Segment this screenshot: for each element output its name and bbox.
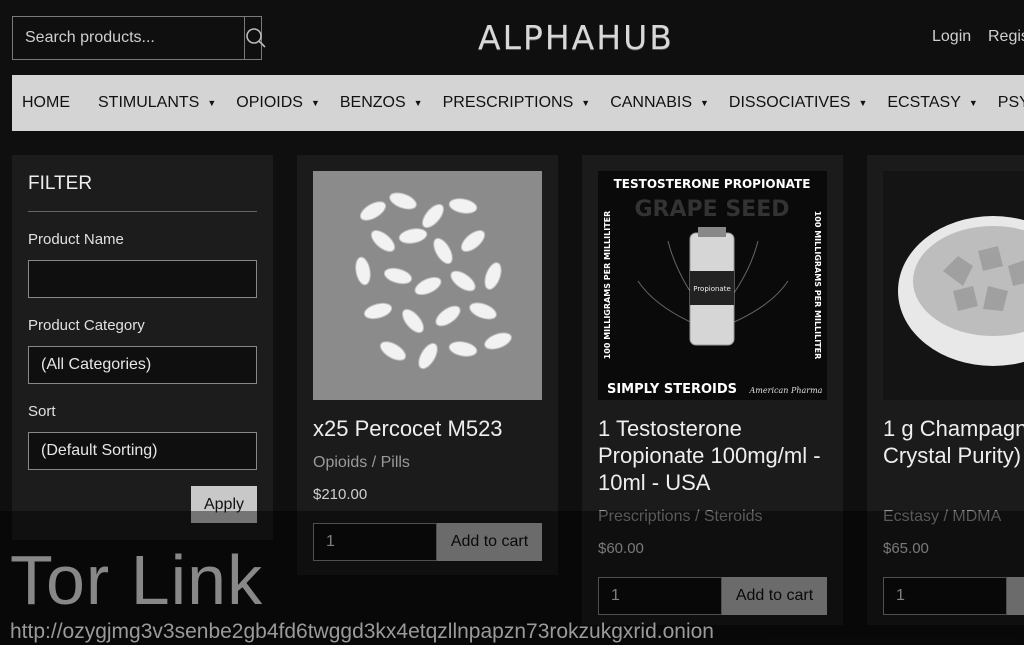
nav-ecstasy[interactable]: ECSTASY ▼ [877, 94, 987, 112]
filter-panel: FILTER Product Name Product Category (Al… [12, 155, 273, 540]
nav-home[interactable]: HOME [12, 94, 80, 112]
nav-stimulants[interactable]: STIMULANTS ▼ [88, 94, 226, 112]
site-logo[interactable]: ALPHAHUB [478, 18, 674, 57]
main-nav: HOME STIMULANTS ▼ OPIOIDS ▼ BENZOS ▼ PRESCR… [12, 75, 1024, 131]
search-input[interactable] [13, 17, 244, 59]
image-text-brand: American Pharma [749, 386, 823, 395]
sort-select[interactable]: (Default Sorting) [28, 432, 257, 470]
product-title[interactable]: x25 Percocet M523 [313, 415, 543, 442]
search-box [12, 16, 266, 60]
watermark-url: http://ozygjmg3v3senbe2gb4fd6twggd3kx4et… [10, 620, 714, 643]
chevron-down-icon: ▼ [310, 98, 320, 108]
sort-label: Sort [28, 403, 56, 420]
chevron-down-icon: ▼ [581, 98, 591, 108]
image-text-bottom: SIMPLY STEROIDS [607, 382, 737, 397]
product-title[interactable]: 1 g Champagne MDMA Crystal Purity) [883, 415, 1024, 469]
chevron-down-icon: ▼ [700, 98, 709, 108]
product-category-select[interactable]: (All Categories) [28, 346, 257, 384]
product-image-mdma[interactable] [883, 171, 1024, 400]
register-link[interactable]: Regis [988, 28, 1024, 46]
category-link[interactable]: Opioids [313, 454, 367, 471]
nav-cannabis[interactable]: CANNABIS ▼ [600, 94, 719, 112]
product-category-label: Product Category [28, 317, 145, 334]
product-image-pills[interactable] [313, 171, 542, 400]
search-button[interactable] [244, 17, 267, 59]
product-categories: Opioids / Pills [313, 454, 410, 472]
nav-dissociatives[interactable]: DISSOCIATIVES ▼ [719, 94, 877, 112]
nav-benzos[interactable]: BENZOS ▼ [330, 94, 433, 112]
product-name-input[interactable] [28, 260, 257, 298]
search-icon [246, 28, 266, 48]
nav-prescriptions[interactable]: PRESCRIPTIONS ▼ [433, 94, 601, 112]
chevron-down-icon: ▼ [413, 98, 423, 108]
login-link[interactable]: Login [932, 28, 971, 46]
image-text-side-right: 100 MILLIGRAMS PER MILLILITER [813, 211, 822, 360]
nav-opioids[interactable]: OPIOIDS ▼ [226, 94, 330, 112]
product-title[interactable]: 1 Testosterone Propionate 100mg/ml - 10m… [598, 415, 828, 496]
product-image-testosterone[interactable]: TESTOSTERONE PROPIONATE GRAPE SEED Propi… [598, 171, 827, 400]
divider [28, 211, 257, 212]
product-price: $210.00 [313, 486, 368, 503]
image-text-side-left: 100 MILLIGRAMS PER MILLILITER [603, 211, 612, 360]
image-text-vial: Propionate [693, 285, 731, 293]
filter-title: FILTER [28, 173, 93, 194]
nav-psychedelics[interactable]: PSYCHEDE [988, 94, 1024, 112]
watermark-title: Tor Link [10, 541, 264, 609]
chevron-down-icon: ▼ [858, 98, 868, 108]
subcategory-link[interactable]: / Pills [372, 454, 410, 471]
image-text-bg: GRAPE SEED [635, 197, 790, 222]
image-text-top: TESTOSTERONE PROPIONATE [614, 177, 811, 191]
chevron-down-icon: ▼ [207, 98, 217, 108]
chevron-down-icon: ▼ [968, 98, 978, 108]
product-name-label: Product Name [28, 231, 124, 248]
